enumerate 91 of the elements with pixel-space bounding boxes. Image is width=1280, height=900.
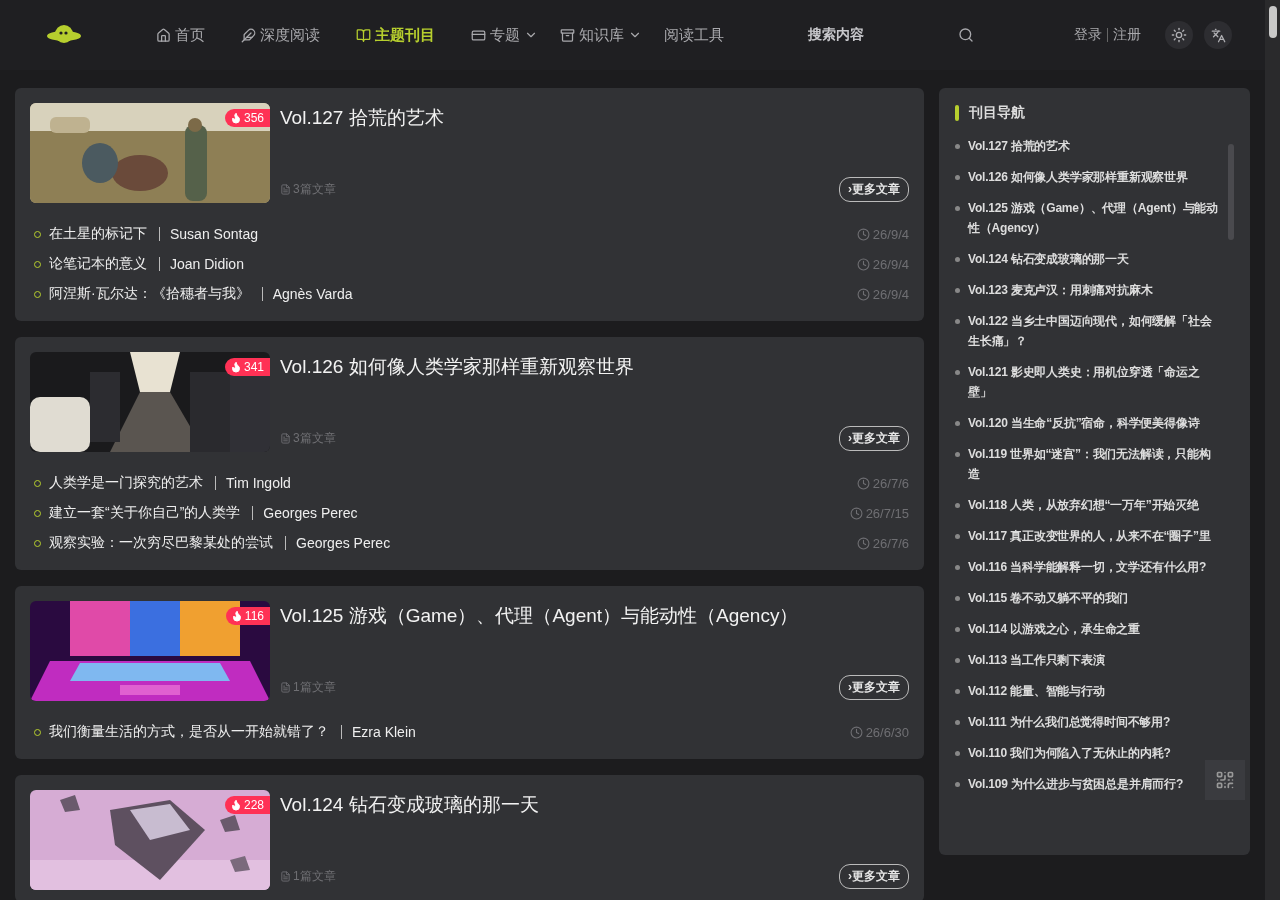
article-link[interactable]: 论笔记本的意义 (49, 255, 147, 273)
more-button[interactable]: ›更多文章 (839, 675, 909, 700)
clock-icon (856, 257, 870, 271)
document-icon (280, 871, 291, 882)
book-icon (356, 27, 371, 43)
issue-nav-link[interactable]: Vol.112 能量、智能与行动 (955, 681, 1105, 701)
clock-icon (856, 476, 870, 490)
document-icon (280, 682, 291, 693)
search-field[interactable]: 搜索内容 (782, 18, 982, 52)
theme-button[interactable] (1165, 21, 1193, 49)
card-icon (471, 27, 486, 43)
nav-link[interactable]: 阅读工具 (664, 25, 724, 45)
issue-nav-link[interactable]: Vol.120 当生命“反抗”宿命，科学便美得像诗 (955, 413, 1200, 433)
issue-nav-link[interactable]: Vol.110 我们为何陷入了无休止的内耗? (955, 743, 1171, 763)
clock-icon (849, 725, 863, 739)
more-button[interactable]: ›更多文章 (839, 426, 909, 451)
article-count: 3篇文章 (280, 430, 336, 447)
issue-nav-link[interactable]: Vol.109 为什么进步与贫困总是并肩而行? (955, 774, 1184, 794)
issue-nav-link[interactable]: Vol.127 拾荒的艺术 (955, 136, 1070, 156)
issue-title[interactable]: Vol.126 如何像人类学家那样重新观察世界 (280, 354, 909, 380)
search-icon (958, 27, 974, 43)
register-link[interactable]: 注册 (1113, 26, 1141, 44)
hot-badge: 116 (225, 607, 270, 625)
document-icon (280, 184, 291, 195)
article-link[interactable]: 我们衡量生活的方式，是否从一开始就错了？ (49, 723, 329, 741)
nav-link[interactable]: 主题刊目 (356, 25, 435, 45)
clock-icon (856, 227, 870, 241)
article-link[interactable]: 阿涅斯·瓦尔达：《拾穗者与我》 (49, 285, 250, 303)
article-author: Georges Perec (296, 535, 391, 551)
more-button[interactable]: ›更多文章 (839, 177, 909, 202)
archive-icon (560, 27, 575, 43)
issue-nav-link[interactable]: Vol.114 以游戏之心，承生命之重 (955, 619, 1140, 639)
hot-badge: 356 (224, 109, 270, 127)
translate-icon (1210, 27, 1226, 43)
issue-nav-link[interactable]: Vol.121 影史即人类史：用机位穿透「命运之壁」 (955, 362, 1222, 402)
issue-nav-link[interactable]: Vol.115 卷不动又躺不平的我们 (955, 588, 1129, 608)
issue-nav-link[interactable]: Vol.122 当乡土中国迈向现代，如何缓解「社会生长痛」？ (955, 311, 1222, 351)
issue-nav-link[interactable]: Vol.125 游戏（Game）、代理（Agent）与能动性（Agency） (955, 198, 1222, 238)
nav-link[interactable]: 深度阅读 (241, 25, 320, 45)
hot-badge: 341 (224, 358, 270, 376)
sun-icon (1171, 27, 1187, 43)
article-author: Ezra Klein (352, 724, 416, 740)
nav-link[interactable]: 专题 (471, 25, 520, 45)
issue-nav-link[interactable]: Vol.126 如何像人类学家那样重新观察世界 (955, 167, 1188, 187)
issue-title[interactable]: Vol.124 钻石变成玻璃的那一天 (280, 792, 909, 818)
article-date: 26/7/6 (856, 475, 909, 491)
article-author: Agnès Varda (272, 286, 353, 302)
issue-nav-link[interactable]: Vol.116 当科学能解释一切，文学还有什么用? (955, 557, 1207, 577)
article-author: Tim Ingold (226, 475, 291, 491)
issue-nav-link[interactable]: Vol.117 真正改变世界的人，从来不在“圈子”里 (955, 526, 1211, 546)
document-icon (280, 433, 291, 444)
article-link[interactable]: 建立一套“关于你自己”的人类学 (49, 504, 241, 522)
clock-icon (849, 506, 863, 520)
article-author: Susan Sontag (170, 226, 258, 242)
issue-nav-link[interactable]: Vol.111 为什么我们总觉得时间不够用? (955, 712, 1171, 732)
issue-nav-link[interactable]: Vol.123 麦克卢汉：用刺痛对抗麻木 (955, 280, 1153, 300)
article-link[interactable]: 在土星的标记下 (49, 225, 147, 243)
article-count: 1篇文章 (280, 868, 336, 885)
article-author: Joan Didion (170, 256, 244, 272)
more-button[interactable]: ›更多文章 (839, 864, 909, 889)
nav-link[interactable]: 知识库 (560, 25, 624, 45)
issue-nav-link[interactable]: Vol.113 当工作只剩下表演 (955, 650, 1105, 670)
nav-link[interactable]: 首页 (156, 25, 205, 45)
article-author: Georges Perec (263, 505, 358, 521)
issue-title[interactable]: Vol.125 游戏（Game）、代理（Agent）与能动性（Agency） (280, 603, 909, 629)
issue-nav-link[interactable]: Vol.124 钻石变成玻璃的那一天 (955, 249, 1129, 269)
page-scrollbar[interactable] (1265, 0, 1280, 900)
article-count: 1篇文章 (280, 679, 336, 696)
home-icon (156, 27, 171, 43)
language-button[interactable] (1204, 21, 1232, 49)
qr-code-icon (1215, 770, 1235, 790)
clock-icon (856, 536, 870, 550)
issue-title[interactable]: Vol.127 拾荒的艺术 (280, 105, 909, 131)
article-date: 26/9/4 (856, 256, 909, 272)
article-date: 26/9/4 (856, 226, 909, 242)
sidebar-title: 刊目导航 (955, 104, 1250, 122)
login-link[interactable]: 登录 (1074, 26, 1102, 44)
article-date: 26/7/15 (849, 505, 909, 521)
issue-nav-link[interactable]: Vol.118 人类，从放弃幻想“一万年”开始灭绝 (955, 495, 1199, 515)
article-date: 26/7/6 (856, 535, 909, 551)
feather-icon (241, 27, 256, 43)
article-link[interactable]: 人类学是一门探究的艺术 (49, 474, 203, 492)
issue-nav-link[interactable]: Vol.119 世界如“迷宫”：我们无法解读，只能构造 (955, 444, 1222, 484)
article-date: 26/6/30 (849, 724, 909, 740)
scrollbar-thumb[interactable] (1228, 144, 1234, 240)
article-count: 3篇文章 (280, 181, 336, 198)
hot-badge: 228 (224, 796, 270, 814)
clock-icon (856, 287, 870, 301)
article-link[interactable]: 观察实验：一次穷尽巴黎某处的尝试 (49, 534, 273, 552)
qr-code-button[interactable] (1205, 760, 1245, 800)
article-date: 26/9/4 (856, 286, 909, 302)
